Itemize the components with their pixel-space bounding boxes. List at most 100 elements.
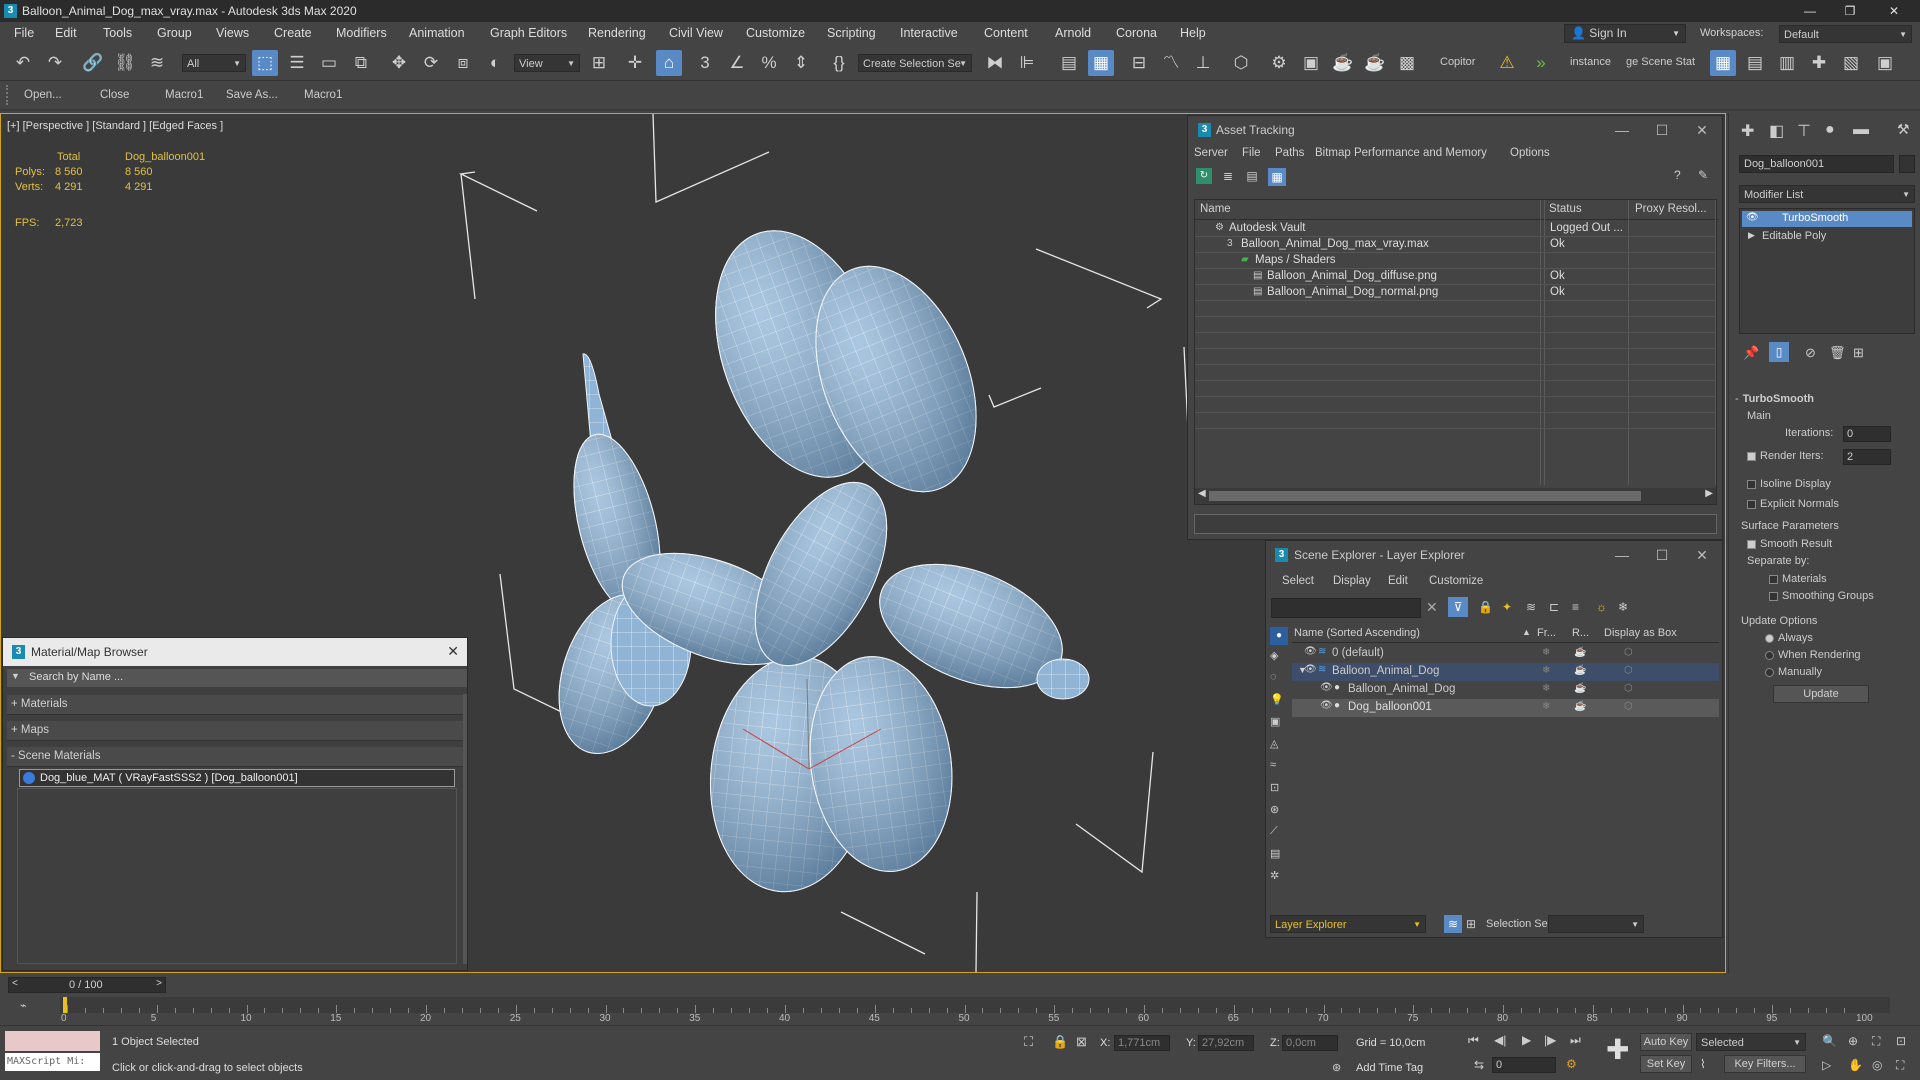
clear-search-icon[interactable]: ✕ <box>1426 599 1438 616</box>
add-layer-icon[interactable]: ✚ <box>1806 50 1832 76</box>
detail-view-icon[interactable]: ▤ <box>1244 168 1260 184</box>
show-end-result-icon[interactable]: ▯ <box>1769 342 1789 362</box>
menu-civil-view[interactable]: Civil View <box>669 22 723 44</box>
window-crossing-icon[interactable]: ⧉ <box>348 50 374 76</box>
menu-modifiers[interactable]: Modifiers <box>336 22 387 44</box>
turbosmooth-rollout-title[interactable]: - TurboSmooth <box>1735 393 1915 405</box>
maximize-viewport-icon[interactable]: ▣ <box>1872 50 1898 76</box>
close-icon[interactable]: ✕ <box>1682 116 1722 144</box>
asset-row[interactable]: ▰ Maps / Shaders <box>1195 253 1715 269</box>
freeze-icon[interactable]: ❄ <box>1542 701 1550 712</box>
pivot-center-icon[interactable]: ⊞ <box>586 50 612 76</box>
render-online-icon[interactable]: ▩ <box>1394 50 1420 76</box>
help-icon[interactable]: ? <box>1674 168 1681 182</box>
box-icon[interactable]: ⬡ <box>1624 683 1633 694</box>
eye-icon[interactable]: 👁 <box>1320 700 1333 711</box>
menu-create[interactable]: Create <box>274 22 312 44</box>
se-menu-edit[interactable]: Edit <box>1388 575 1408 587</box>
maximize-icon[interactable]: ☐ <box>1642 541 1682 569</box>
rotate-icon[interactable]: ⟳ <box>418 50 444 76</box>
zoom-icon[interactable]: 🔍 <box>1822 1034 1837 1048</box>
stack-item-editable-poly[interactable]: ▶ Editable Poly <box>1742 229 1912 245</box>
material-search-bar[interactable]: ▼ Search by Name ... <box>7 669 467 687</box>
render-iterative-icon[interactable]: ☕ <box>1362 50 1388 76</box>
freeze-icon[interactable]: ❄ <box>1618 600 1628 614</box>
render-iters-checkbox[interactable]: Render Iters: <box>1747 450 1824 462</box>
viewport-layout-icon[interactable]: ▧ <box>1838 50 1864 76</box>
scroll-right-icon[interactable]: ▶ <box>1705 488 1713 499</box>
update-button[interactable]: Update <box>1773 685 1869 703</box>
stack-item-turbosmooth[interactable]: 👁 TurboSmooth <box>1742 211 1912 227</box>
zoom-extents-icon[interactable]: ⛶ <box>1872 1034 1880 1049</box>
hierarchy-tab-icon[interactable]: ⊤ <box>1797 121 1811 141</box>
lock-icon[interactable]: 🔒 <box>1478 600 1493 614</box>
shapes-icon[interactable]: ◌ <box>1270 671 1277 683</box>
curve-editor-toggle-icon[interactable]: ⌁ <box>20 999 27 1012</box>
move-icon[interactable]: ✥ <box>386 50 412 76</box>
key-mode-icon[interactable]: ⇆ <box>1474 1058 1484 1072</box>
place-icon[interactable]: ◐ <box>482 50 508 76</box>
utilities-tab-icon[interactable]: ⚒ <box>1897 121 1910 138</box>
menu-rendering[interactable]: Rendering <box>588 22 646 44</box>
toggle-icon[interactable]: ⊞ <box>1466 917 1476 931</box>
orbit-icon[interactable]: ◎ <box>1872 1058 1882 1072</box>
zoom-all-icon[interactable]: ⊕ <box>1848 1034 1858 1048</box>
pin-stack-icon[interactable]: 📌 <box>1743 345 1759 361</box>
particles-icon[interactable]: ✲ <box>1270 869 1279 882</box>
freeze-icon[interactable]: ❄ <box>1542 665 1550 676</box>
lock-layer-icon[interactable]: ▥ <box>1774 50 1800 76</box>
when-rendering-radio[interactable]: When Rendering <box>1765 649 1861 661</box>
next-frame-icon[interactable]: > <box>156 978 162 989</box>
material-browser-titlebar[interactable]: 3 Material/Map Browser ✕ <box>3 638 467 666</box>
y-coord-field[interactable]: 27,92cm <box>1198 1035 1254 1051</box>
balloon-dog-mesh[interactable] <box>540 207 1090 900</box>
col-name[interactable]: Name <box>1200 203 1231 215</box>
toggle-layer-explorer-icon[interactable]: ▦ <box>1088 50 1114 76</box>
create-tab-icon[interactable]: ✚ <box>1741 121 1754 141</box>
freeze-icon[interactable]: ❄ <box>1542 647 1550 658</box>
col-proxy[interactable]: Proxy Resol... <box>1635 203 1707 215</box>
display-tab-icon[interactable]: ▬ <box>1853 121 1869 139</box>
graphite-ribbon-icon[interactable]: ⊟ <box>1126 50 1152 76</box>
scene-explorer-titlebar[interactable]: 3 Scene Explorer - Layer Explorer — ☐ ✕ <box>1266 541 1722 569</box>
scene-state-button[interactable]: ge Scene Stat <box>1626 56 1695 68</box>
cameras-icon[interactable]: ▣ <box>1270 715 1280 728</box>
se-col-display-box[interactable]: Display as Box <box>1604 627 1677 639</box>
selection-set-dropdown[interactable]: ▼ <box>1548 915 1644 933</box>
layers-icon[interactable]: ≋ <box>1526 600 1536 614</box>
materials-checkbox[interactable]: Materials <box>1769 573 1827 585</box>
iterations-spinner[interactable]: 0 <box>1843 426 1891 442</box>
menu-edit[interactable]: Edit <box>55 22 77 44</box>
containers-icon[interactable]: ▤ <box>1270 847 1280 860</box>
maximize-toggle-icon[interactable]: ⛶ <box>1896 1058 1904 1073</box>
menu-file[interactable]: File <box>14 22 34 44</box>
horizontal-scrollbar[interactable]: ◀ ▶ <box>1195 488 1716 504</box>
absolute-mode-icon[interactable]: ⊠ <box>1076 1034 1087 1050</box>
select-by-name-icon[interactable]: ☰ <box>284 50 310 76</box>
edit-named-selection-icon[interactable]: {} <box>826 50 852 76</box>
asset-tracking-titlebar[interactable]: 3 Asset Tracking — ☐ ✕ <box>1188 116 1722 144</box>
scene-material-item[interactable]: Dog_blue_MAT ( VRayFastSSS2 ) [Dog_ballo… <box>19 769 455 787</box>
at-menu-paths[interactable]: Paths <box>1275 147 1304 159</box>
at-menu-options[interactable]: Options <box>1510 147 1550 159</box>
menu-views[interactable]: Views <box>216 22 249 44</box>
angle-snap-icon[interactable]: ∠ <box>724 50 750 76</box>
key-tangent-icon[interactable]: ⌇ <box>1700 1057 1706 1071</box>
smooth-result-checkbox[interactable]: Smooth Result <box>1747 538 1832 550</box>
render-production-icon[interactable]: ☕ <box>1330 50 1356 76</box>
double-chevron-icon[interactable]: » <box>1528 50 1554 76</box>
scene-row[interactable]: 👁 ≋ 0 (default) ❄ ☕ ⬡ <box>1292 645 1719 663</box>
section-scene-materials[interactable]: - Scene Materials <box>7 747 463 767</box>
highlight-icon[interactable]: ☼ <box>1596 600 1607 614</box>
material-search-input[interactable]: Search by Name ... <box>29 671 123 683</box>
modifier-list-dropdown[interactable]: Modifier List ▼ <box>1739 185 1915 203</box>
next-key-icon[interactable]: |▶ <box>1544 1033 1556 1047</box>
sort-layers-icon[interactable]: ≋ <box>1444 915 1462 933</box>
render-icon[interactable]: ☕ <box>1574 665 1586 676</box>
asset-row[interactable]: 3 Balloon_Animal_Dog_max_vray.max Ok <box>1195 237 1715 253</box>
manually-radio[interactable]: Manually <box>1765 666 1822 678</box>
xrefs-icon[interactable]: ⊛ <box>1270 803 1279 816</box>
macro-open-button[interactable]: Open... <box>24 89 62 101</box>
material-editor-icon[interactable]: ⬡ <box>1228 50 1254 76</box>
go-to-start-icon[interactable]: ⏮ <box>1468 1033 1479 1048</box>
